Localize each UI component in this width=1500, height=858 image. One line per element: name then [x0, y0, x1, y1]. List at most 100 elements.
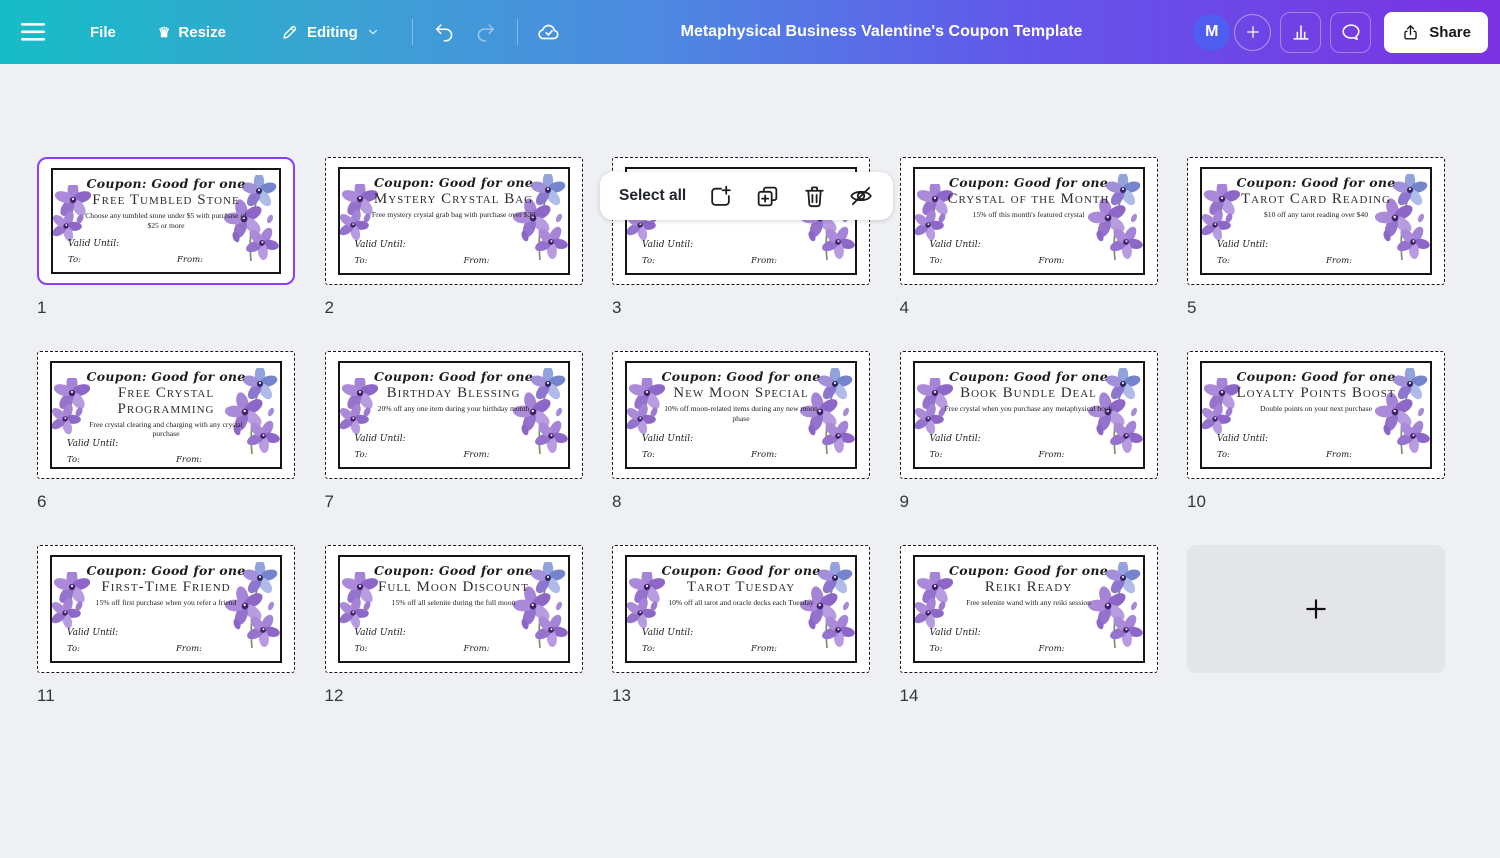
coupon-script-heading: Coupon: Good for one — [374, 175, 533, 190]
coupon-frame: Coupon: Good for one Reiki Ready Free se… — [912, 555, 1145, 663]
coupon-from-label: From: — [177, 255, 204, 265]
coupon-from-label: From: — [463, 450, 490, 460]
coupon-page[interactable]: Coupon: Good for one First-Time Friend 1… — [37, 545, 295, 673]
editing-mode-button[interactable]: Editing — [266, 12, 394, 52]
page-number: 12 — [324, 686, 344, 705]
insights-button[interactable] — [1280, 11, 1322, 53]
coupon-page[interactable]: Coupon: Good for one Reiki Ready Free se… — [899, 545, 1158, 673]
coupon-title: Mystery Crystal Bag — [373, 191, 534, 207]
plus-icon — [1246, 26, 1259, 38]
insights-icon — [1293, 25, 1309, 40]
coupon-to-label: To: — [929, 450, 943, 460]
coupon-page[interactable]: Coupon: Good for one Full Moon Discount … — [324, 545, 583, 673]
coupon-frame: Coupon: Good for one Free Tumbled Stone … — [51, 168, 281, 274]
divider — [411, 19, 413, 45]
page-number: 8 — [612, 492, 622, 511]
page-cell: Coupon: Good for one Tarot Tuesday 10% o… — [612, 545, 870, 706]
hide-page-button[interactable] — [848, 183, 874, 209]
coupon-page[interactable]: Coupon: Good for one New Moon Special 10… — [612, 351, 870, 479]
cloud-save-status-button[interactable] — [528, 12, 570, 52]
coupon-valid-until-label: Valid Until: — [929, 628, 981, 638]
file-button[interactable]: File — [76, 12, 130, 52]
coupon-to-label: To: — [642, 450, 655, 460]
coupon-page[interactable]: Coupon: Good for one Book Bundle Deal Fr… — [899, 351, 1158, 479]
coupon-from-label: From: — [463, 256, 490, 266]
coupon-page[interactable]: Coupon: Good for one Loyalty Points Boos… — [1187, 351, 1445, 479]
coupon-page[interactable]: Coupon: Good for one Free Tumbled Stone … — [37, 157, 295, 285]
coupon-page[interactable]: Coupon: Good for one Crystal of the Mont… — [899, 157, 1158, 285]
menu-icon — [21, 23, 45, 41]
coupon-valid-until-label: Valid Until: — [354, 240, 406, 250]
coupon-from-label: From: — [463, 644, 490, 654]
coupon-script-heading: Coupon: Good for one — [86, 176, 246, 191]
coupon-title: Free Crystal Programming — [117, 385, 215, 417]
coupon-to-label: To: — [642, 644, 655, 654]
coupon-valid-until-label: Valid Until: — [642, 240, 694, 250]
pages-toolbar: Select all — [600, 172, 894, 220]
hide-icon — [850, 186, 872, 206]
delete-page-button[interactable] — [801, 183, 827, 209]
coupon-from-label: From: — [751, 256, 778, 266]
page-cell: Coupon: Good for one Tarot Card Reading … — [1187, 157, 1445, 318]
avatar[interactable]: M — [1193, 13, 1231, 51]
coupon-description: 15% off all selenite during the full moo… — [391, 597, 516, 607]
coupon-to-from-row: To: From: — [344, 256, 564, 266]
page-cell — [1187, 545, 1445, 706]
select-all-button[interactable]: Select all — [619, 187, 686, 205]
menu-button[interactable] — [12, 12, 54, 52]
coupon-to-label: To: — [67, 644, 80, 654]
coupon-description: 20% off any one item during your birthda… — [377, 403, 530, 413]
comments-button[interactable] — [1330, 11, 1372, 53]
add-page-tile[interactable] — [1187, 545, 1445, 673]
coupon-script-heading: Coupon: Good for one — [374, 369, 533, 384]
page-number: 9 — [899, 492, 909, 511]
coupon-to-from-row: To: From: — [344, 644, 564, 654]
page-cell: Coupon: Good for one Loyalty Points Boos… — [1187, 351, 1445, 512]
coupon-to-label: To: — [929, 644, 943, 654]
coupon-to-from-row: To: From: — [1206, 450, 1426, 460]
page-number: 13 — [612, 686, 631, 705]
document-title[interactable]: Metaphysical Business Valentine's Coupon… — [570, 23, 1194, 41]
coupon-script-heading: Coupon: Good for one — [1236, 369, 1396, 384]
coupon-title: Full Moon Discount — [378, 579, 529, 595]
page-cell: Coupon: Good for one New Moon Special 10… — [612, 351, 870, 512]
redo-button[interactable] — [465, 12, 507, 52]
coupon-page[interactable]: Coupon: Good for one Birthday Blessing 2… — [324, 351, 583, 479]
add-member-button[interactable] — [1234, 13, 1272, 51]
duplicate-page-button[interactable] — [754, 183, 780, 209]
coupon-to-from-row: To: From: — [57, 255, 275, 265]
undo-button[interactable] — [423, 12, 465, 52]
coupon-frame: Coupon: Good for one Birthday Blessing 2… — [337, 361, 570, 469]
coupon-script-heading: Coupon: Good for one — [1236, 175, 1396, 190]
resize-button[interactable]: ♛ Resize — [144, 12, 240, 52]
add-page-button[interactable] — [707, 183, 733, 209]
coupon-valid-until-label: Valid Until: — [642, 628, 694, 638]
coupon-frame: Coupon: Good for one Tarot Card Reading … — [1200, 167, 1432, 275]
share-button[interactable]: Share — [1384, 11, 1488, 53]
coupon-script-heading: Coupon: Good for one — [661, 369, 821, 384]
coupon-title: First-Time Friend — [101, 579, 231, 595]
coupon-page[interactable]: Coupon: Good for one Tarot Card Reading … — [1187, 157, 1445, 285]
coupon-valid-until-label: Valid Until: — [929, 240, 981, 250]
share-label: Share — [1429, 23, 1471, 41]
coupon-from-label: From: — [751, 450, 778, 460]
coupon-to-label: To: — [354, 644, 368, 654]
coupon-to-from-row: To: From: — [919, 450, 1139, 460]
file-label: File — [90, 23, 116, 41]
coupon-script-heading: Coupon: Good for one — [949, 369, 1108, 384]
page-cell: Coupon: Good for one Free Tumbled Stone … — [37, 157, 295, 318]
coupon-page[interactable]: Coupon: Good for one Free Crystal Progra… — [37, 351, 295, 479]
coupon-to-label: To: — [929, 256, 943, 266]
page-number: 3 — [612, 298, 622, 317]
cloud-check-icon — [538, 24, 559, 40]
page-number: 7 — [324, 492, 334, 511]
divider — [516, 19, 518, 45]
coupon-frame: Coupon: Good for one Full Moon Discount … — [337, 555, 570, 663]
coupon-page[interactable]: Coupon: Good for one Mystery Crystal Bag… — [324, 157, 583, 285]
avatar-initial: M — [1205, 23, 1219, 40]
coupon-script-heading: Coupon: Good for one — [86, 369, 246, 384]
page-number: 6 — [37, 492, 47, 511]
coupon-page[interactable]: Coupon: Good for one Tarot Tuesday 10% o… — [612, 545, 870, 673]
page-cell: Coupon: Good for one Book Bundle Deal Fr… — [899, 351, 1158, 512]
undo-icon — [435, 24, 453, 42]
